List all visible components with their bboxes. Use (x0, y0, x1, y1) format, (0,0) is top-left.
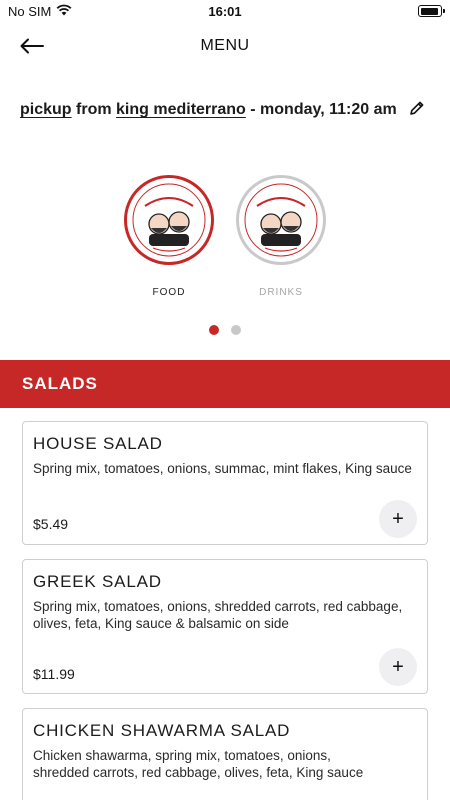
item-name: HOUSE SALAD (33, 434, 163, 453)
category-drinks-label: DRINKS (259, 287, 303, 298)
section-header: SALADS (0, 360, 450, 408)
plus-icon: + (392, 507, 404, 530)
battery-level (420, 7, 438, 15)
add-item-button[interactable]: + (379, 500, 417, 538)
section-title: SALADS (22, 374, 98, 393)
category-drinks-circle (236, 175, 326, 265)
order-time-text: - monday, 11:20 am (245, 101, 397, 118)
wifi-icon (56, 4, 72, 19)
king-mediterrano-logo (132, 183, 206, 257)
category-food-label: FOOD (152, 287, 186, 298)
order-location-link[interactable]: king mediterrano (116, 101, 246, 118)
item-description-line: Chicken shawarma, spring mix, tomatoes, … (33, 748, 331, 763)
page-title: MENU (200, 37, 250, 54)
pager-dot-1[interactable] (209, 325, 219, 335)
nav-bar: MENU (0, 24, 450, 68)
category-food-circle (124, 175, 214, 265)
menu-item-card[interactable]: HOUSE SALAD Spring mix, tomatoes, onions… (22, 421, 428, 545)
item-price: $11.99 (33, 666, 75, 682)
pencil-icon[interactable] (409, 99, 425, 124)
order-summary: pickup from king mediterrano - monday, 1… (20, 97, 430, 124)
pager-dot-2[interactable] (231, 325, 241, 335)
menu-item-card[interactable]: CHICKEN SHAWARMA SALAD Chicken shawarma,… (22, 708, 428, 800)
plus-icon: + (392, 655, 404, 678)
item-description-line: shredded carrots, red cabbage, olives, f… (33, 765, 364, 780)
king-mediterrano-logo (244, 183, 318, 257)
item-description: Spring mix, tomatoes, onions, shredded c… (33, 599, 403, 631)
status-left: No SIM (8, 4, 72, 19)
category-drinks[interactable]: DRINKS (236, 175, 326, 298)
back-button[interactable] (20, 34, 46, 58)
add-item-button[interactable]: + (379, 648, 417, 686)
category-carousel: FOOD DRINKS (0, 175, 450, 298)
item-name: CHICKEN SHAWARMA SALAD (33, 721, 291, 740)
item-name: GREEK SALAD (33, 572, 162, 591)
carrier-label: No SIM (8, 3, 52, 19)
item-price: $5.49 (33, 516, 69, 532)
battery-icon (418, 5, 445, 17)
item-description: Spring mix, tomatoes, onions, summac, mi… (33, 461, 412, 476)
pager-dots (0, 325, 450, 335)
item-description: Chicken shawarma, spring mix, tomatoes, … (33, 747, 417, 781)
order-from-text: from (71, 101, 117, 118)
menu-item-card[interactable]: GREEK SALAD Spring mix, tomatoes, onions… (22, 559, 428, 694)
status-bar: No SIM 16:01 (0, 0, 450, 22)
order-method-link[interactable]: pickup (20, 101, 72, 118)
arrow-left-icon (20, 38, 44, 54)
category-food[interactable]: FOOD (124, 175, 214, 298)
